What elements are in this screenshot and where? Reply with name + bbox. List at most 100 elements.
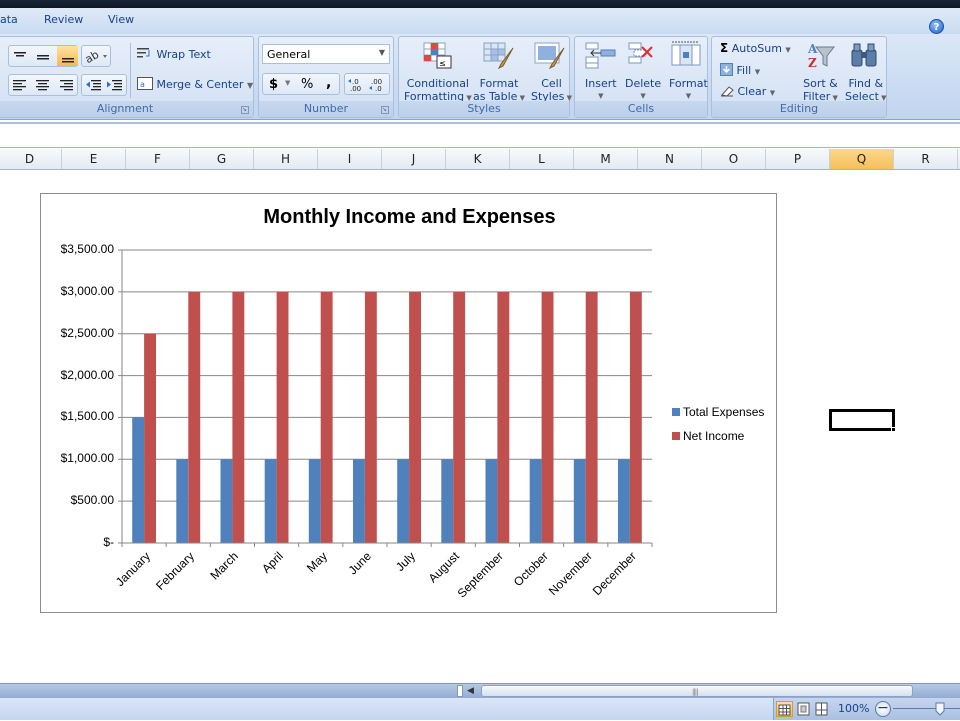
decrease-decimal-icon[interactable]: .00.0 — [369, 77, 387, 93]
active-cell-Q[interactable] — [829, 409, 895, 431]
merge-dropdown-icon[interactable]: ▼ — [247, 81, 253, 90]
column-header-I[interactable]: I — [318, 149, 382, 169]
cells-group-label: Cells — [575, 101, 707, 117]
tab-view[interactable]: View — [108, 13, 134, 26]
page-break-view-button[interactable] — [814, 701, 830, 717]
bar-net-income-september[interactable] — [497, 291, 510, 543]
bar-total-expenses-november[interactable] — [573, 459, 586, 543]
column-header-O[interactable]: O — [702, 149, 766, 169]
number-format-dropdown[interactable]: General ▼ — [262, 44, 390, 64]
column-header-P[interactable]: P — [766, 149, 830, 169]
bar-total-expenses-july[interactable] — [397, 459, 410, 543]
formula-bar[interactable] — [0, 122, 960, 148]
currency-dropdown-icon[interactable]: ▼ — [285, 79, 290, 87]
comma-button[interactable]: , — [326, 75, 331, 91]
orientation-button[interactable]: ab — [81, 45, 111, 67]
bar-total-expenses-may[interactable] — [308, 459, 321, 543]
page-layout-view-button[interactable] — [796, 701, 812, 717]
bar-net-income-february[interactable] — [188, 291, 201, 543]
cell-styles-button[interactable]: Cell Styles ▼ — [529, 39, 572, 103]
insert-button[interactable]: Insert ▼ — [577, 39, 621, 101]
bar-net-income-june[interactable] — [364, 291, 377, 543]
increase-decimal-icon[interactable]: .0.00 — [348, 77, 366, 93]
bar-total-expenses-june[interactable] — [353, 459, 365, 543]
column-header-H[interactable]: H — [254, 149, 318, 169]
zoom-slider-track[interactable] — [893, 708, 960, 709]
help-icon[interactable]: ? — [929, 19, 944, 34]
bar-total-expenses-march[interactable] — [220, 459, 233, 543]
wrap-text-label: Wrap Text — [156, 48, 211, 61]
decrease-indent-icon[interactable] — [86, 79, 102, 93]
horizontal-scroll-thumb[interactable]: |||| — [481, 685, 913, 697]
autosum-button[interactable]: Σ AutoSum ▼ — [720, 41, 791, 55]
bar-net-income-march[interactable] — [232, 291, 245, 543]
bar-total-expenses-september[interactable] — [485, 459, 498, 543]
bar-total-expenses-february[interactable] — [176, 459, 189, 543]
bar-net-income-november[interactable] — [585, 291, 598, 543]
bar-total-expenses-october[interactable] — [529, 459, 542, 543]
merge-center-button[interactable]: a Merge & Center ▼ — [137, 77, 253, 91]
column-header-M[interactable]: M — [574, 149, 638, 169]
bar-net-income-may[interactable] — [320, 291, 333, 543]
wrap-text-button[interactable]: Wrap Text — [137, 47, 211, 61]
bar-total-expenses-april[interactable] — [264, 459, 277, 543]
indent-box — [81, 74, 127, 96]
column-header-N[interactable]: N — [638, 149, 702, 169]
format-as-table-button[interactable]: Format as Table ▼ — [473, 39, 525, 103]
conditional-formatting-button[interactable]: ≤ Conditional Formatting ▼ — [401, 39, 472, 103]
bottom-align-button[interactable] — [57, 46, 78, 66]
delete-cells-icon — [628, 42, 653, 64]
bar-net-income-july[interactable] — [409, 291, 421, 543]
column-header-E[interactable]: E — [62, 149, 126, 169]
tab-review[interactable]: Review — [44, 13, 83, 26]
number-dialog-launcher[interactable]: ↘ — [381, 106, 389, 114]
bar-total-expenses-august[interactable] — [441, 459, 454, 543]
alignment-group: ab Wrap Text a Merge & Center ▼ Alignmen… — [0, 36, 254, 118]
bar-net-income-january[interactable] — [144, 333, 156, 543]
y-tick-label: $- — [103, 535, 114, 549]
sort-filter-button[interactable]: A Z Sort & Filter ▼ — [800, 39, 842, 103]
format-as-table-icon — [483, 42, 514, 70]
column-header-L[interactable]: L — [510, 149, 574, 169]
column-header-K[interactable]: K — [446, 149, 510, 169]
top-align-icon[interactable] — [13, 50, 27, 64]
fill-handle[interactable] — [891, 427, 896, 432]
bar-net-income-april[interactable] — [276, 291, 289, 543]
zoom-slider-thumb[interactable] — [935, 701, 945, 716]
find-select-button[interactable]: Find & Select ▼ — [842, 39, 887, 103]
align-right-icon[interactable] — [60, 79, 74, 93]
bar-net-income-october[interactable] — [541, 291, 554, 543]
column-header-G[interactable]: G — [190, 149, 254, 169]
column-header-D[interactable]: D — [0, 149, 62, 169]
delete-label: Delete ▼ — [625, 77, 662, 100]
middle-align-icon[interactable] — [36, 50, 50, 64]
zoom-level[interactable]: 100% — [838, 702, 869, 715]
scroll-left-icon[interactable]: ◀ — [467, 685, 477, 697]
sheet-tab-splitter[interactable] — [457, 685, 463, 697]
chart[interactable]: Monthly Income and Expenses $- $500.00 $1,… — [40, 193, 777, 613]
bar-net-income-august[interactable] — [453, 291, 466, 543]
clear-button[interactable]: Clear ▼ — [720, 85, 775, 98]
column-header-F[interactable]: F — [126, 149, 190, 169]
bar-total-expenses-january[interactable] — [132, 417, 145, 543]
normal-view-button[interactable] — [776, 701, 793, 717]
currency-button[interactable]: $ — [269, 77, 278, 92]
column-header-R[interactable]: R — [894, 149, 958, 169]
grip-icon: |||| — [692, 688, 699, 696]
legend-item[interactable]: Net Income — [672, 429, 744, 443]
column-header-J[interactable]: J — [382, 149, 446, 169]
increase-indent-icon[interactable] — [107, 79, 123, 93]
alignment-dialog-launcher[interactable]: ↘ — [241, 106, 249, 114]
zoom-out-icon[interactable]: − — [875, 701, 891, 717]
bar-total-expenses-december[interactable] — [618, 459, 630, 543]
bar-net-income-december[interactable] — [629, 291, 642, 543]
fill-button[interactable]: Fill ▼ — [720, 63, 760, 77]
align-center-icon[interactable] — [36, 79, 50, 93]
format-button[interactable]: Format ▼ — [663, 39, 708, 101]
percent-button[interactable]: % — [301, 77, 313, 92]
legend-item[interactable]: Total Expenses — [672, 405, 764, 419]
align-left-icon[interactable] — [13, 79, 27, 93]
delete-button[interactable]: Delete ▼ — [621, 39, 663, 101]
tab-data[interactable]: ata — [0, 13, 18, 26]
column-header-Q[interactable]: Q — [830, 149, 894, 169]
